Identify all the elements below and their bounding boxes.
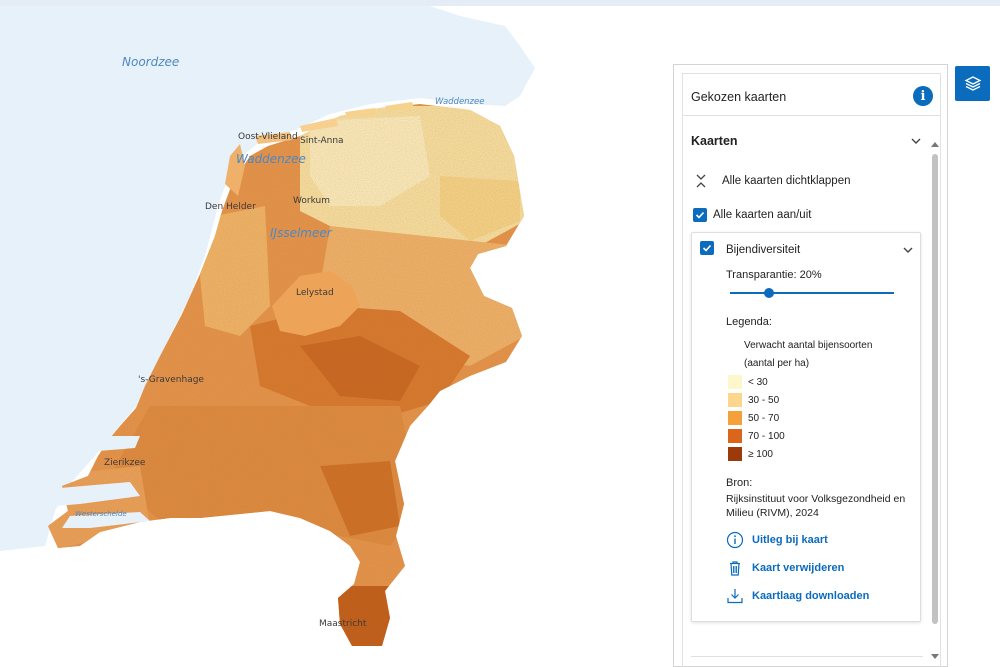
legend-label: < 30 [748,376,768,388]
legend-subtitle: Verwacht aantal bijensoorten (aantal per… [744,340,873,369]
legend-item: 50 - 70 [728,411,779,425]
checkmark-icon [695,211,705,219]
place-label: Sint-Anna [300,136,344,146]
place-label: Maastricht [319,619,367,629]
transparency-label: Transparantie: [726,269,797,281]
download-icon [727,589,743,604]
scroll-down-arrow[interactable] [931,654,939,659]
trash-icon [730,561,740,576]
sea-label-ijsselmeer: IJsselmeer [270,226,332,240]
layers-icon [964,75,981,91]
explain-map-link[interactable]: Uitleg bij kaart [726,531,828,549]
panel-content: Gekozen kaarten i Kaarten Alle kaarten d… [682,73,941,667]
legend-item: < 30 [728,375,768,389]
layers-button[interactable] [955,66,990,101]
legend-swatch [728,429,742,443]
legend-swatch [728,393,742,407]
legend-label: ≥ 100 [748,448,773,460]
section-maps-header[interactable]: Kaarten [691,132,923,152]
toggle-all-checkbox[interactable]: Alle kaarten aan/uit [693,208,811,222]
info-circle-icon [726,531,744,549]
remove-map-link[interactable]: Kaart verwijderen [726,559,844,577]
download-layer-link[interactable]: Kaartlaag downloaden [726,587,869,605]
info-icon[interactable]: i [913,86,933,106]
layer-visibility-checkbox[interactable] [700,241,714,255]
slider-track[interactable] [730,292,894,294]
legend-label: 30 - 50 [748,394,780,406]
place-label: Den Helder [205,202,256,212]
place-label: Zierikzee [104,458,146,468]
explain-map-label: Uitleg bij kaart [752,534,828,546]
toggle-all-label: Alle kaarten aan/uit [713,209,812,221]
layer-name: Bijendiversiteit [726,244,801,256]
source-label: Bron: [726,477,753,489]
slider-thumb[interactable] [763,288,774,298]
legend-swatch [728,447,742,461]
legend-swatch [728,375,742,389]
transparency-row: Transparantie: 20% [726,269,822,281]
remove-map-label: Kaart verwijderen [752,562,845,574]
legend-item: 70 - 100 [728,429,785,443]
scroll-up-arrow[interactable] [931,142,939,147]
legend-item: 30 - 50 [728,393,779,407]
layer-card-bijendiversiteit: Bijendiversiteit Transparantie: 20% Lege… [691,232,921,622]
source-text: Rijksinstituut voor Volksgezondheid en M… [726,493,906,519]
place-label: 's-Gravenhage [138,375,204,385]
checkbox-checked[interactable] [693,208,707,222]
section-title: Kaarten [691,134,738,148]
collapse-all-icon [696,174,706,188]
chevron-down-icon[interactable] [903,245,913,255]
download-layer-label: Kaartlaag downloaden [752,590,870,602]
place-label: Lelystad [296,288,334,298]
sea-label-westerschelde: Westerschelde [75,510,127,518]
collapse-all-button[interactable]: Alle kaarten dichtklappen [695,174,851,188]
panel-title: Gekozen kaarten [691,90,787,104]
transparency-value: 20% [799,269,822,281]
scroll-thumb[interactable] [932,154,938,624]
legend-item: ≥ 100 [728,447,773,461]
sea-label-waddenzee: Waddenzee [236,152,306,166]
chevron-down-icon [911,138,921,144]
transparency-slider[interactable] [730,287,894,299]
divider [691,656,923,657]
sea-label-waddenzee-north: Waddenzee [435,97,485,107]
legend-title: Legenda: [726,316,772,328]
place-label: Oost-Vlieland [238,132,298,142]
sea-label-noordzee: Noordzee [122,55,180,69]
panel-scrollbar[interactable] [930,138,940,659]
chosen-maps-panel: Gekozen kaarten i Kaarten Alle kaarten d… [673,64,948,667]
panel-header: Gekozen kaarten i [683,74,940,116]
place-label: Workum [293,196,330,206]
checkmark-icon [702,244,712,252]
legend-label: 50 - 70 [748,412,780,424]
collapse-all-label: Alle kaarten dichtklappen [722,175,851,187]
legend-swatch [728,411,742,425]
legend-label: 70 - 100 [748,430,785,442]
